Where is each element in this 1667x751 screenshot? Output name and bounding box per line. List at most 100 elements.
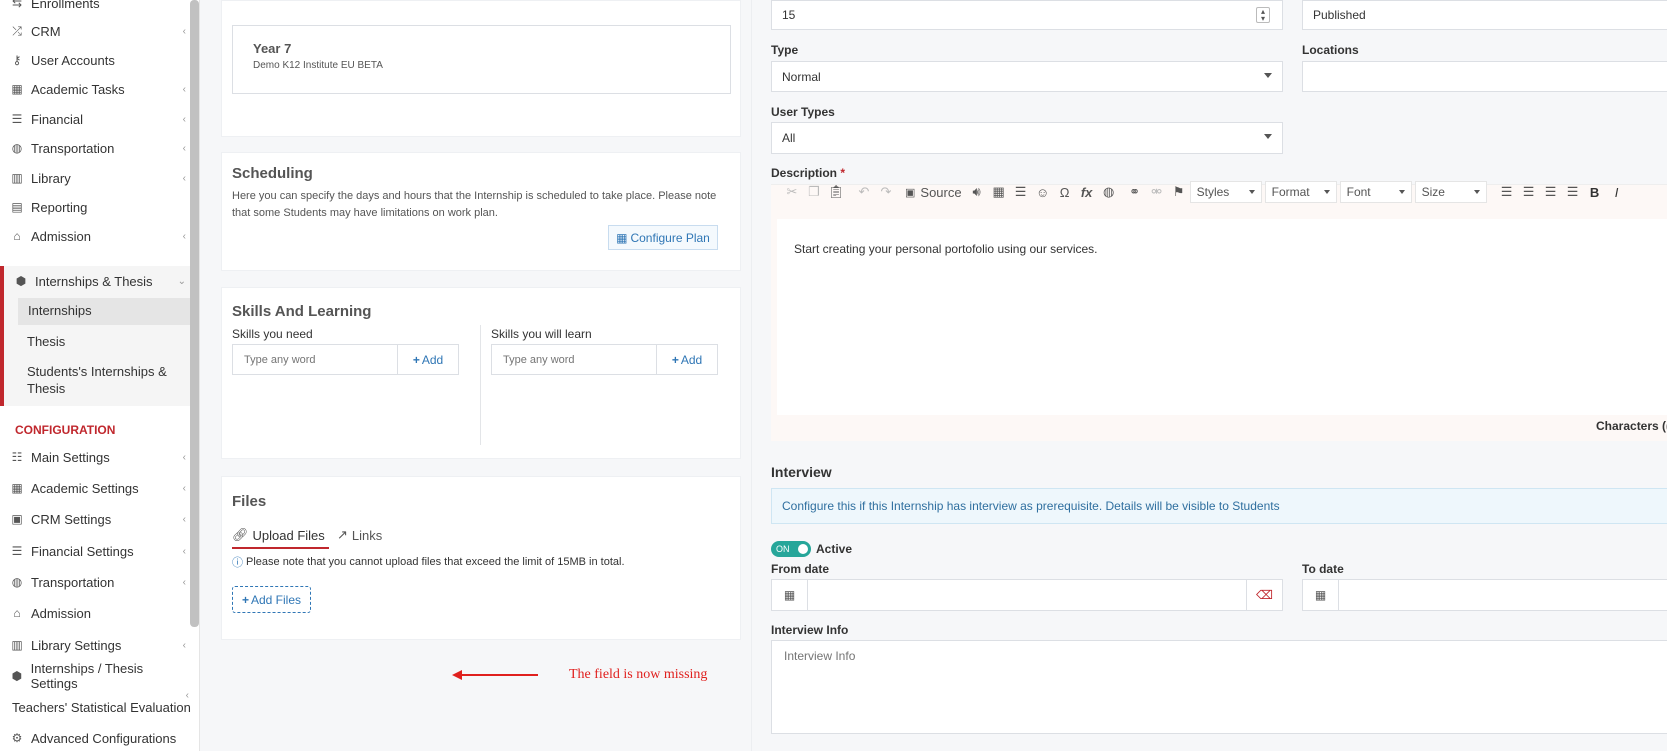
undo-icon[interactable]: ↶ xyxy=(853,181,875,203)
sidebar-item-crm-settings[interactable]: ▣ CRM Settings ‹ xyxy=(0,504,190,534)
skills-learn-add-button[interactable]: + Add xyxy=(656,344,718,375)
cut-icon[interactable]: ✂ xyxy=(781,181,803,203)
format-dropdown[interactable]: Format xyxy=(1264,181,1337,203)
bold-icon[interactable]: B xyxy=(1584,181,1606,203)
font-dropdown[interactable]: Font xyxy=(1339,181,1412,203)
sidebar-item-advanced-configurations[interactable]: ⚙ Advanced Configurations xyxy=(0,723,190,751)
add-files-button[interactable]: + Add Files xyxy=(232,586,311,613)
status-select[interactable]: Published xyxy=(1302,0,1667,30)
info-circle-icon: ⓘ xyxy=(232,557,243,569)
styles-dropdown[interactable]: Styles xyxy=(1189,181,1262,203)
annotation-arrow xyxy=(452,670,538,680)
sidebar-item-label: CRM Settings xyxy=(31,511,112,527)
chevron-down-icon xyxy=(1248,190,1255,194)
chevron-down-icon xyxy=(1473,190,1480,194)
font-label: Font xyxy=(1346,185,1371,199)
to-date-field[interactable]: ▦ xyxy=(1302,579,1667,611)
paste-icon[interactable]: 📋︎ xyxy=(825,181,847,203)
interview-info-textarea[interactable] xyxy=(771,640,1667,734)
flag-icon[interactable]: ⚑ xyxy=(1168,181,1190,203)
sidebar-item-internships-thesis[interactable]: ⬢ Internships & Thesis ⌄ xyxy=(4,266,190,296)
sidebar-item-library-settings[interactable]: ▥ Library Settings ‹ xyxy=(0,630,190,660)
globe-icon[interactable]: ◍ xyxy=(1098,181,1120,203)
size-dropdown[interactable]: Size xyxy=(1414,181,1487,203)
chevron-left-icon: ‹ xyxy=(185,690,189,701)
sidebar-sub-internships[interactable]: Internships xyxy=(18,298,199,325)
sidebar-item-internships-settings[interactable]: ⬢ Internships / Thesis Settings xyxy=(0,661,190,691)
align-center-icon[interactable]: ☰ xyxy=(1518,181,1540,203)
sidebar-sub-students-internships[interactable]: Students's Internships & xyxy=(27,364,167,379)
skills-learn-input[interactable] xyxy=(491,344,657,375)
sidebar-scrollbar[interactable] xyxy=(190,0,199,627)
user-types-value: All xyxy=(782,131,796,145)
sidebar-item-academic-tasks[interactable]: ▦ Academic Tasks ‹ xyxy=(0,74,190,104)
source-label: Source xyxy=(920,184,962,200)
sidebar: ⇆ Enrollments ⤮ CRM ‹ ⚷ User Accounts ▦ … xyxy=(0,0,200,751)
unlink-icon[interactable]: ⚮ xyxy=(1146,181,1168,203)
sidebar-sub-students-internships-cont[interactable]: Thesis xyxy=(27,381,65,396)
sidebar-item-main-settings[interactable]: ☷ Main Settings ‹ xyxy=(0,442,190,472)
link-icon: 🔗︎ xyxy=(232,527,249,542)
chevron-left-icon: ‹ xyxy=(182,482,186,494)
type-select[interactable]: Normal xyxy=(771,61,1283,92)
chevron-left-icon: ‹ xyxy=(182,172,186,184)
source-button[interactable]: ▣ Source xyxy=(901,181,966,203)
books-icon: ▥ xyxy=(11,638,23,652)
sidebar-item-user-accounts[interactable]: ⚷ User Accounts xyxy=(0,45,190,75)
sidebar-item-admission[interactable]: ⌂ Admission ‹ xyxy=(0,221,190,251)
number-input[interactable]: 15 ▴ ▾ xyxy=(771,0,1283,30)
sidebar-item-reporting[interactable]: ▤ Reporting xyxy=(0,192,190,222)
sidebar-item-teachers-evaluation[interactable]: Teachers' Statistical Evaluation ‹ xyxy=(3,690,193,722)
sliders-icon: ☷ xyxy=(11,450,23,464)
locations-select[interactable] xyxy=(1302,61,1667,92)
eraser-icon[interactable]: ⌫ xyxy=(1246,580,1282,610)
sidebar-item-library[interactable]: ▥ Library ‹ xyxy=(0,163,190,193)
number-spinner-icon[interactable]: ▴ ▾ xyxy=(1256,7,1270,23)
omega-icon[interactable]: Ω xyxy=(1054,181,1076,203)
tab-links[interactable]: ↗ Links xyxy=(337,525,382,545)
plus-icon: + xyxy=(412,352,420,367)
from-date-field[interactable]: ▦ ⌫ xyxy=(771,579,1283,611)
calendar-icon: ▦ xyxy=(1303,580,1339,610)
sidebar-item-admission-settings[interactable]: ⌂ Admission xyxy=(0,598,190,628)
sidebar-item-academic-settings[interactable]: ▦ Academic Settings ‹ xyxy=(0,473,190,503)
tab-upload-files[interactable]: 🔗︎ Upload Files xyxy=(232,525,325,545)
interview-active-toggle[interactable]: ON xyxy=(771,541,811,557)
sidebar-item-transportation[interactable]: ◍ Transportation ‹ xyxy=(0,133,190,163)
sidebar-item-transportation-settings[interactable]: ◍ Transportation ‹ xyxy=(0,567,190,597)
sidebar-item-label: Reporting xyxy=(31,199,88,215)
editor-content[interactable]: Start creating your personal portofolio … xyxy=(777,219,1667,415)
align-justify-icon[interactable]: ☰ xyxy=(1562,181,1584,203)
align-left-icon[interactable]: ☰ xyxy=(1496,181,1518,203)
plus-icon: + xyxy=(671,352,679,367)
bus-icon: ◍ xyxy=(11,141,23,155)
files-card: Files 🔗︎ Upload Files ↗ Links ⓘ Please n… xyxy=(221,476,741,640)
sidebar-sub-thesis[interactable]: Thesis xyxy=(27,334,65,349)
coins-icon: ☰ xyxy=(11,544,23,558)
scheduling-description: Here you can specify the days and hours … xyxy=(232,190,717,219)
config-section-title: CONFIGURATION xyxy=(15,423,116,437)
sidebar-item-financial[interactable]: ☰ Financial ‹ xyxy=(0,104,190,134)
skills-need-add-button[interactable]: + Add xyxy=(397,344,459,375)
column-divider xyxy=(751,0,752,751)
skills-need-input[interactable] xyxy=(232,344,398,375)
smiley-icon[interactable]: ☺ xyxy=(1032,181,1054,203)
audio-icon[interactable]: 🔊︎ xyxy=(966,181,988,203)
user-types-select[interactable]: All xyxy=(771,122,1283,154)
horizontal-line-icon[interactable]: ☰ xyxy=(1010,181,1032,203)
sidebar-item-crm[interactable]: ⤮ CRM ‹ xyxy=(0,16,190,46)
source-icon: ▣ xyxy=(905,186,916,199)
year-card[interactable]: Year 7 Demo K12 Institute EU BETA xyxy=(232,25,731,94)
formula-icon[interactable]: fx xyxy=(1076,181,1098,203)
table-icon[interactable]: ▦ xyxy=(988,181,1010,203)
redo-icon[interactable]: ↷ xyxy=(875,181,897,203)
copy-icon[interactable]: ❐ xyxy=(803,181,825,203)
link-icon[interactable]: ⚭ xyxy=(1124,181,1146,203)
sidebar-item-financial-settings[interactable]: ☰ Financial Settings ‹ xyxy=(0,536,190,566)
italic-icon[interactable]: I xyxy=(1606,181,1628,203)
sidebar-item-label: Main Settings xyxy=(31,449,110,465)
sidebar-item-label: Library xyxy=(31,170,71,186)
align-right-icon[interactable]: ☰ xyxy=(1540,181,1562,203)
chevron-left-icon: ‹ xyxy=(182,230,186,242)
configure-plan-button[interactable]: ▦ Configure Plan xyxy=(608,225,718,250)
